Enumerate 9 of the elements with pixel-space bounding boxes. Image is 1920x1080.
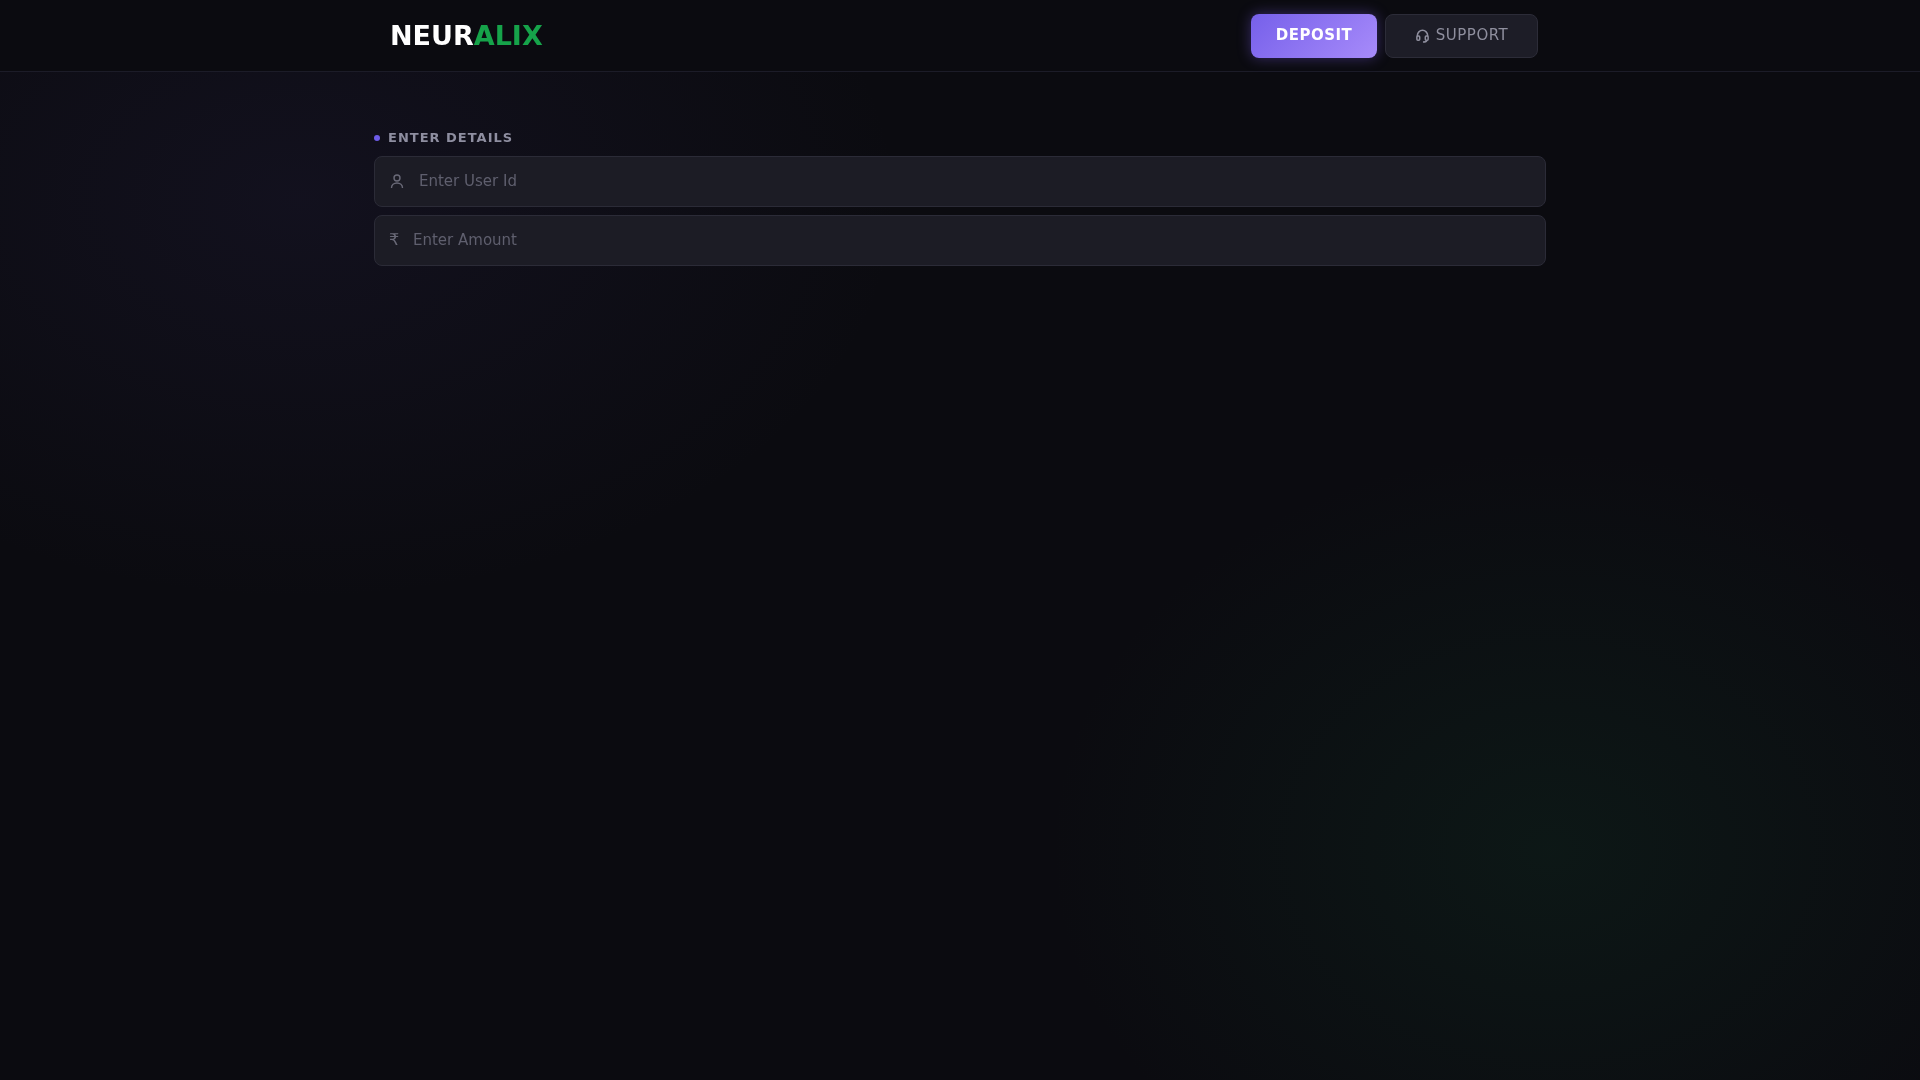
user-id-field[interactable]: Enter User Id bbox=[374, 155, 1546, 207]
logo[interactable]: NEURALIX bbox=[390, 22, 543, 49]
headset-icon bbox=[1414, 28, 1430, 43]
deposit-button[interactable]: DEPOSIT bbox=[1251, 13, 1377, 58]
support-button[interactable]: SUPPORT bbox=[1385, 13, 1538, 58]
section-label: ENTER DETAILS bbox=[388, 129, 514, 147]
person-icon bbox=[389, 173, 405, 189]
bullet-dot bbox=[374, 134, 380, 141]
rupee-icon: ₹ bbox=[389, 232, 400, 248]
